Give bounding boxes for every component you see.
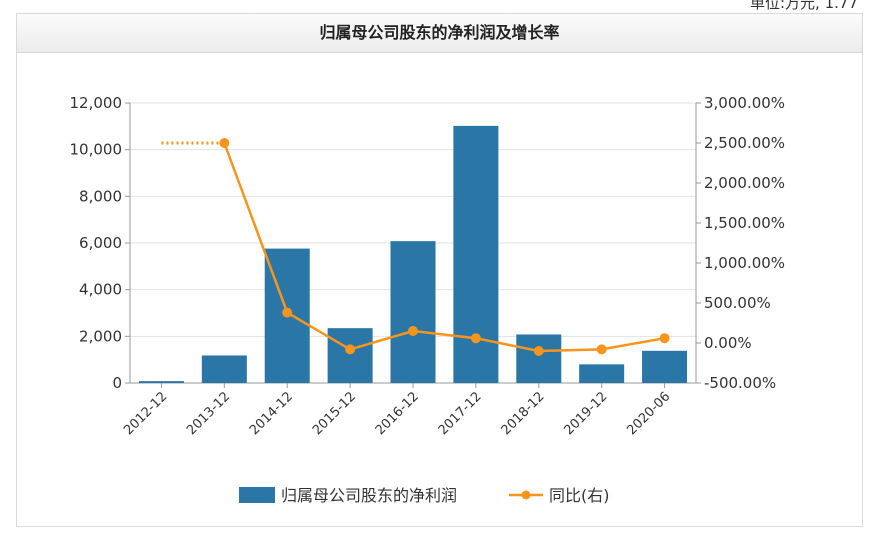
growth-point bbox=[533, 346, 544, 356]
growth-point bbox=[596, 344, 607, 355]
growth-point bbox=[470, 333, 481, 344]
unit-note: 单位:万元, 1.77 bbox=[750, 0, 858, 12]
right-tick-label: -500.00% bbox=[704, 374, 776, 392]
legend-bar-label: 归属母公司股东的净利润 bbox=[281, 486, 457, 505]
growth-point bbox=[345, 344, 356, 355]
x-tick-label: 2012-12 bbox=[121, 389, 170, 438]
growth-point bbox=[282, 307, 293, 318]
x-tick-label: 2017-12 bbox=[436, 389, 485, 438]
chart-panel: 归属母公司股东的净利润及增长率 0 2,000 4,000 6,000 8,000 10,… bbox=[16, 13, 863, 527]
right-tick-label: 2,000.00% bbox=[704, 174, 785, 192]
left-tick-label: 0 bbox=[112, 374, 122, 392]
growth-point bbox=[659, 333, 670, 344]
bar bbox=[138, 381, 184, 383]
left-tick-label: 10,000 bbox=[70, 141, 123, 159]
growth-point bbox=[408, 326, 418, 336]
x-tick-label: 2013-12 bbox=[184, 389, 233, 438]
left-tick-label: 4,000 bbox=[79, 281, 122, 299]
legend-line-label: 同比(右) bbox=[549, 486, 610, 505]
x-tick-label: 2020-06 bbox=[624, 389, 673, 438]
left-tick-label: 2,000 bbox=[79, 327, 122, 345]
left-tick-label: 6,000 bbox=[79, 234, 122, 252]
x-tick-label: 2019-12 bbox=[561, 389, 610, 438]
right-tick-label: 3,000.00% bbox=[704, 94, 785, 112]
right-tick-label: 2,500.00% bbox=[704, 134, 785, 152]
x-tick-label: 2018-12 bbox=[499, 389, 548, 438]
bar bbox=[516, 334, 562, 383]
bar bbox=[579, 364, 625, 383]
legend-bar-swatch bbox=[239, 487, 275, 503]
right-tick-label: 1,000.00% bbox=[704, 254, 785, 272]
right-tick-label: 0.00% bbox=[704, 334, 752, 352]
left-tick-label: 8,000 bbox=[79, 187, 122, 205]
chart-title: 归属母公司股东的净利润及增长率 bbox=[17, 14, 862, 53]
legend-line-marker bbox=[521, 490, 531, 500]
growth-point bbox=[219, 138, 230, 148]
left-tick-label: 12,000 bbox=[70, 94, 123, 112]
bar bbox=[327, 328, 373, 383]
right-tick-label: 1,500.00% bbox=[704, 214, 785, 232]
bar bbox=[201, 355, 247, 383]
bar bbox=[453, 125, 499, 383]
bar bbox=[642, 350, 688, 383]
x-tick-label: 2014-12 bbox=[247, 389, 296, 438]
right-tick-label: 500.00% bbox=[704, 294, 771, 312]
bar bbox=[390, 241, 436, 383]
x-tick-label: 2015-12 bbox=[310, 389, 359, 438]
chart-svg: 0 2,000 4,000 6,000 8,000 10,000 12,000 -500.00… bbox=[70, 94, 786, 505]
x-tick-label: 2016-12 bbox=[373, 389, 422, 438]
